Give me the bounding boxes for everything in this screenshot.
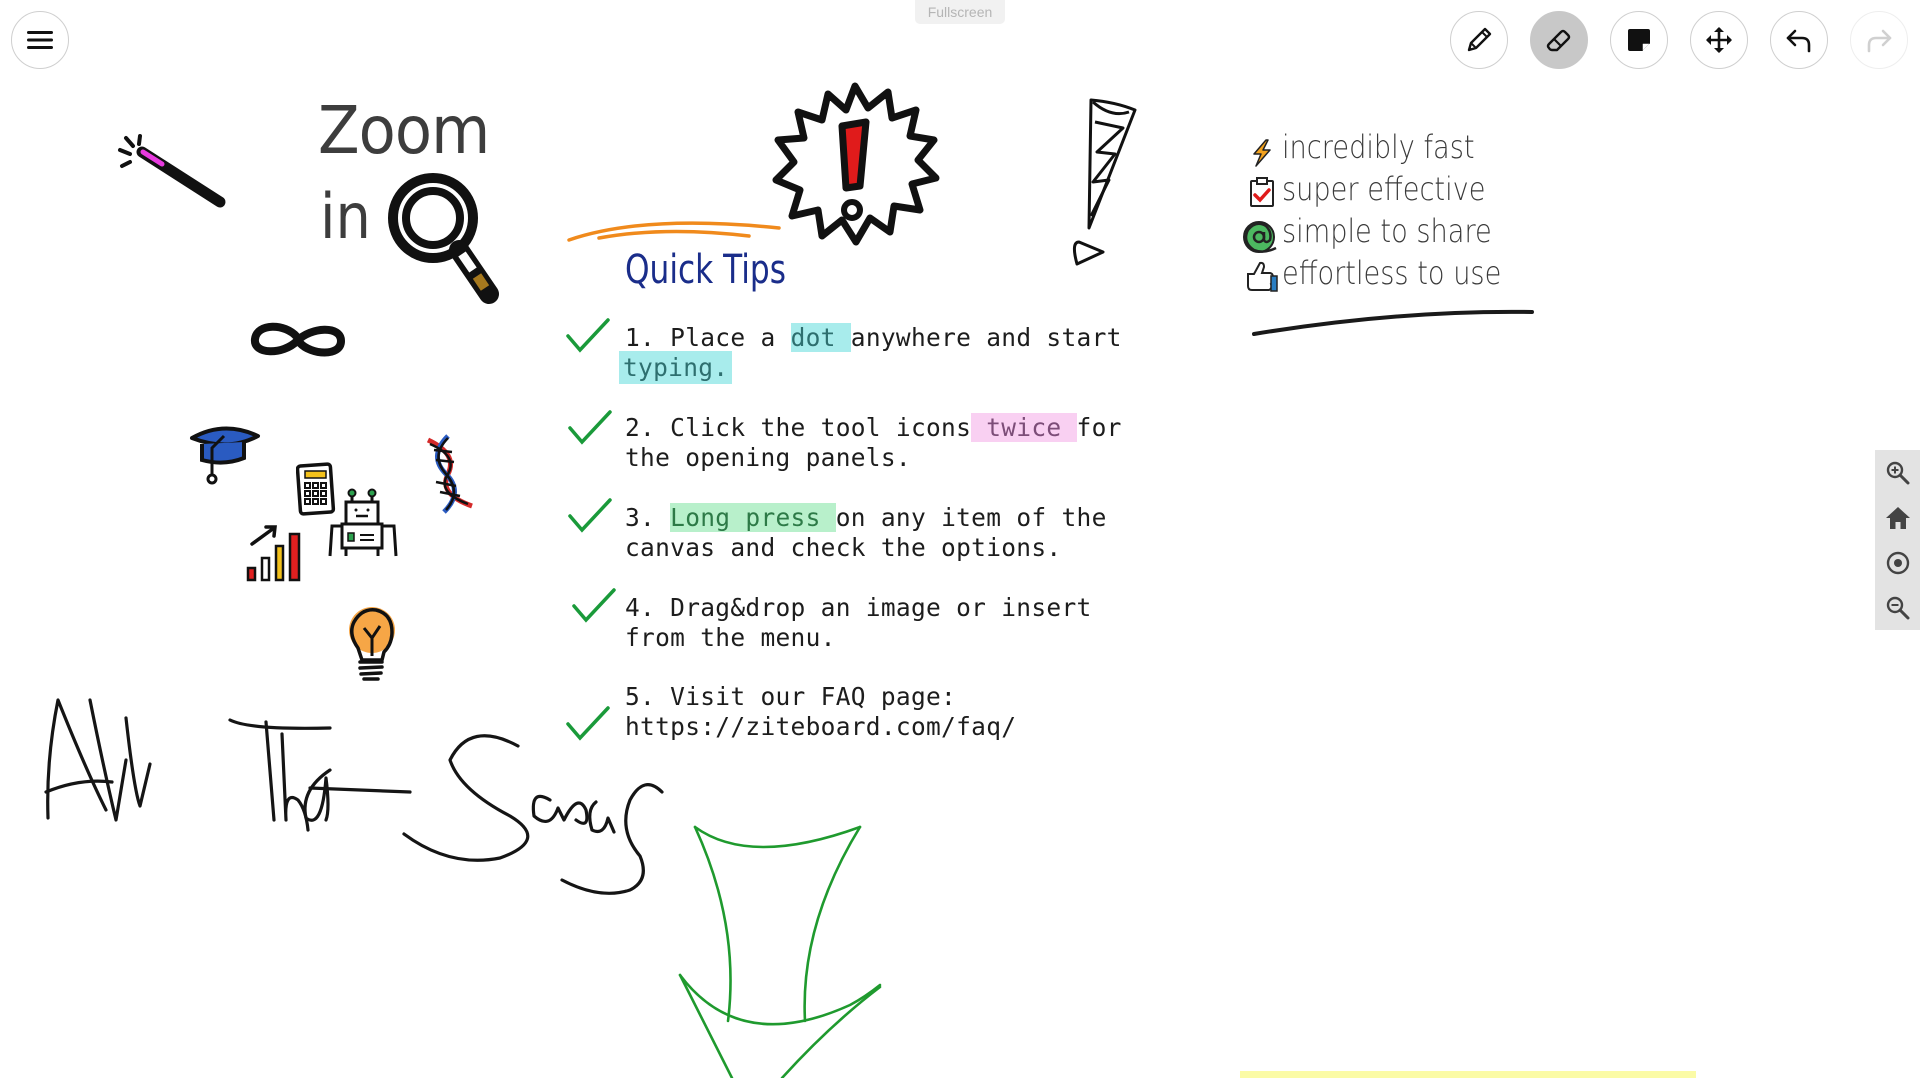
zoom-in-icon xyxy=(1886,461,1909,484)
zoom-in-button[interactable] xyxy=(1880,455,1916,491)
checkmark-icon xyxy=(566,706,610,741)
tip-text: 5. Visit our FAQ page: xyxy=(625,682,957,711)
lightning-icon xyxy=(1253,139,1271,167)
tip-text: from the menu. xyxy=(625,623,836,652)
infinity-icon xyxy=(251,322,346,357)
growth-chart-icon xyxy=(246,525,301,582)
sticky-note[interactable] xyxy=(1240,1071,1696,1078)
center-view-button[interactable] xyxy=(1880,545,1916,581)
dna-icon xyxy=(426,434,473,514)
robot-icon xyxy=(328,488,398,557)
tip-1: 1. Place a dot anywhere and start typing… xyxy=(619,323,1122,384)
whiteboard-canvas[interactable]: Zoom in Quick Tips 1. Place a dot anywhe… xyxy=(0,0,1870,1078)
feature-item: super effective xyxy=(1282,170,1486,208)
feature-item: simple to share xyxy=(1282,212,1492,250)
checkmark-icon xyxy=(566,318,610,353)
tip-4: 4. Drag&drop an image or insert from the… xyxy=(625,593,1092,653)
features-underline-stroke xyxy=(1252,309,1534,336)
checkmark-icon xyxy=(568,410,612,445)
tip-highlight: typing. xyxy=(619,351,733,384)
home-icon xyxy=(1885,506,1910,529)
tip-text: 2. Click the tool icons xyxy=(625,413,972,442)
checkmark-icon xyxy=(572,588,616,623)
target-icon xyxy=(1886,551,1909,574)
tip-text: canvas and check the options. xyxy=(625,533,1062,562)
zoom-out-button[interactable] xyxy=(1880,590,1916,626)
at-sign-icon xyxy=(1243,221,1277,253)
tip-text: for xyxy=(1076,413,1122,442)
exclamation-starburst-icon xyxy=(772,82,940,246)
tip-highlight: Long press xyxy=(670,503,836,532)
magnifier-icon xyxy=(388,173,499,304)
tip-3: 3. Long press on any item of the canvas … xyxy=(625,503,1107,563)
tip-text: 1. Place a xyxy=(625,323,791,352)
zoom-out-icon xyxy=(1886,596,1909,619)
zoom-panel xyxy=(1875,450,1920,630)
feature-item: incredibly fast xyxy=(1282,128,1475,166)
tip-text: the opening panels. xyxy=(625,443,911,472)
tip-highlight: dot xyxy=(790,323,851,352)
lightbulb-icon xyxy=(349,607,395,681)
graduation-cap-icon xyxy=(190,426,260,485)
tip-highlight: twice xyxy=(971,413,1077,442)
checkmark-icon xyxy=(568,498,612,533)
magic-wand-icon xyxy=(118,134,226,208)
zoom-heading-line1: Zoom xyxy=(318,92,490,169)
thumbs-up-icon xyxy=(1247,261,1278,292)
green-down-arrow-sketch xyxy=(678,825,882,1078)
tip-text: 3. xyxy=(625,503,671,532)
quick-tips-title: Quick Tips xyxy=(625,247,786,293)
sketchy-exclamation-icon xyxy=(1072,98,1137,266)
tip-5: 5. Visit our FAQ page: https://ziteboard… xyxy=(625,682,1016,742)
home-button[interactable] xyxy=(1880,500,1916,536)
tip-2: 2. Click the tool icons twice for the op… xyxy=(625,413,1122,473)
orange-underline-stroke xyxy=(567,221,781,242)
tip-text: 4. Drag&drop an image or insert xyxy=(625,593,1092,622)
faq-link[interactable]: https://ziteboard.com/faq/ xyxy=(625,712,1016,741)
zoom-heading-line2: in xyxy=(320,180,371,253)
clipboard-check-icon xyxy=(1250,177,1274,207)
feature-item: effortless to use xyxy=(1282,254,1502,292)
tip-text: on any item of the xyxy=(835,503,1107,532)
tip-text: anywhere and start xyxy=(850,323,1122,352)
